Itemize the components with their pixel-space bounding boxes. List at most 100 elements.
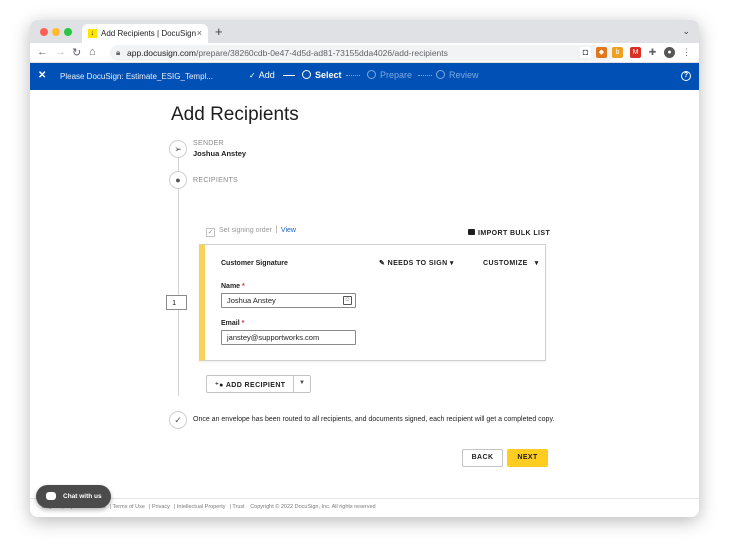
help-icon[interactable]: ? [681, 71, 691, 81]
footer-ip[interactable]: Intellectual Property [177, 504, 226, 510]
import-bulk-list-button[interactable]: IMPORT BULK LIST [468, 229, 550, 237]
docusign-favicon-icon: ↓ [88, 29, 97, 38]
step-add[interactable]: ✓ Add [249, 70, 275, 80]
contacts-icon[interactable]: ☺ [343, 296, 352, 305]
step-indicator-icon [302, 70, 311, 79]
step-prepare[interactable]: Prepare [367, 70, 412, 80]
caret-down-icon[interactable]: ▼ [299, 380, 305, 386]
tab-bar: ↓ Add Recipients | DocuSign × + ⌄ [30, 20, 699, 43]
tab-close-icon[interactable]: × [197, 28, 202, 38]
step-prepare-label: Prepare [380, 70, 413, 80]
import-bulk-label: IMPORT BULK LIST [478, 230, 551, 237]
customize-label: CUSTOMIZE [483, 260, 528, 267]
completion-note: Once an envelope has been routed to all … [193, 416, 555, 423]
main-content: Add Recipients ➢ SENDER Joshua Anstey ● … [30, 90, 699, 517]
signing-order-label: Set signing order [219, 227, 272, 234]
recipient-role[interactable]: Customer Signature [221, 260, 288, 267]
name-label: Name * [221, 283, 245, 290]
lock-icon[interactable]: 🔒︎ [116, 45, 120, 61]
address-bar: ← → ↻ ⌂ 🔒︎ app.docusign.com/prepare/3826… [30, 43, 699, 63]
add-person-icon: ⁺● [215, 382, 224, 389]
home-icon[interactable]: ⌂ [89, 46, 96, 58]
url-field[interactable]: 🔒︎ app.docusign.com/prepare/38260cdb-0e4… [110, 45, 615, 61]
email-value: janstey@supportworks.com [227, 333, 320, 342]
footer-privacy[interactable]: Privacy [152, 504, 170, 510]
signing-order-row: ✓ Set signing order View [206, 225, 296, 237]
tab-title: Add Recipients | DocuSign [101, 29, 197, 38]
url-text: app.docusign.com/prepare/38260cdb-0e47-4… [127, 45, 448, 61]
step-separator [346, 75, 360, 76]
footer-terms[interactable]: Terms of Use [112, 504, 144, 510]
step-select-label: Select [315, 70, 342, 80]
checkmark-icon: ✓ [169, 411, 187, 429]
url-path: /prepare/38260cdb-0e47-4d5d-ad81-73155dd… [196, 48, 448, 58]
close-icon[interactable]: ✕ [38, 70, 46, 81]
url-domain: app.docusign.com [127, 48, 196, 58]
person-icon: ● [169, 171, 187, 189]
sender-label: SENDER [193, 140, 224, 147]
footer-trust[interactable]: Trust [232, 504, 244, 510]
maximize-window-button[interactable] [64, 28, 72, 36]
step-review[interactable]: Review [436, 70, 479, 80]
chat-button[interactable]: Chat with us [36, 485, 111, 508]
caret-down-icon: ▾ [527, 260, 539, 267]
customize-dropdown[interactable]: CUSTOMIZE ▾ [483, 259, 539, 267]
check-icon: ✓ [249, 71, 256, 80]
action-label: NEEDS TO SIGN [387, 260, 448, 267]
new-tab-button[interactable]: + [215, 24, 223, 39]
chat-label: Chat with us [63, 493, 102, 500]
email-field[interactable]: janstey@supportworks.com [221, 330, 356, 345]
action-dropdown[interactable]: ✎ NEEDS TO SIGN ▾ [379, 259, 454, 267]
gmail-extension-icon[interactable]: M [630, 47, 641, 58]
tab-search-icon[interactable]: ⌄ [682, 26, 690, 37]
step-add-label: Add [258, 70, 275, 80]
routing-order-input[interactable]: 1 [166, 295, 187, 310]
paper-plane-icon: ➢ [169, 140, 187, 158]
pen-icon: ✎ [379, 260, 388, 267]
step-select[interactable]: Select [302, 70, 342, 80]
footer-copyright: Copyright © 2022 DocuSign, Inc. All righ… [250, 504, 376, 510]
extension-orange-icon[interactable]: b [612, 47, 623, 58]
camera-icon[interactable]: ◘ [580, 47, 591, 58]
step-indicator-icon [436, 70, 445, 79]
timeline-line [178, 178, 179, 396]
docusign-header: ✕ Please DocuSign: Estimate_ESIG_Templ..… [30, 63, 699, 90]
back-arrow-icon[interactable]: ← [37, 46, 48, 58]
back-button[interactable]: BACK [462, 449, 503, 467]
add-recipient-button[interactable]: ⁺● ADD RECIPIENT ▼ [206, 375, 311, 393]
name-label-text: Name [221, 283, 241, 290]
view-link[interactable]: View [281, 227, 296, 234]
chat-bubble-icon [46, 489, 56, 500]
sender-name: Joshua Anstey [193, 149, 247, 158]
caret-down-icon: ▾ [447, 260, 454, 267]
profile-avatar-icon[interactable]: ● [664, 47, 675, 58]
signing-order-checkbox[interactable]: ✓ [206, 228, 215, 237]
forward-arrow-icon[interactable]: → [55, 46, 66, 58]
browser-window: ↓ Add Recipients | DocuSign × + ⌄ ← → ↻ … [30, 20, 699, 517]
divider [293, 376, 294, 392]
footer-divider [30, 498, 699, 499]
step-indicator-icon [367, 70, 376, 79]
step-review-label: Review [449, 70, 479, 80]
recipients-label: RECIPIENTS [193, 177, 239, 184]
email-label: Email * [221, 320, 244, 327]
add-recipient-label: ADD RECIPIENT [225, 382, 286, 389]
divider [275, 225, 277, 233]
extensions-puzzle-icon[interactable]: ✚ [647, 47, 658, 58]
required-mark: * [241, 320, 245, 327]
page-title: Add Recipients [171, 104, 299, 125]
minimize-window-button[interactable] [52, 28, 60, 36]
next-button[interactable]: NEXT [507, 449, 548, 467]
recipient-card: Customer Signature ✎ NEEDS TO SIGN ▾ CUS… [199, 244, 546, 361]
close-window-button[interactable] [40, 28, 48, 36]
step-separator [418, 75, 432, 76]
lock-icon [468, 229, 475, 235]
metamask-fox-icon[interactable]: ◆ [596, 47, 607, 58]
envelope-name: Please DocuSign: Estimate_ESIG_Templ... [60, 72, 213, 81]
name-field[interactable]: Joshua Anstey ☺ [221, 293, 356, 308]
add-recipient-main[interactable]: ⁺● ADD RECIPIENT [215, 381, 285, 389]
required-mark: * [242, 283, 245, 290]
browser-tab[interactable]: ↓ Add Recipients | DocuSign × [82, 24, 208, 43]
browser-menu-icon[interactable]: ⋮ [681, 47, 692, 58]
reload-icon[interactable]: ↻ [72, 46, 81, 59]
